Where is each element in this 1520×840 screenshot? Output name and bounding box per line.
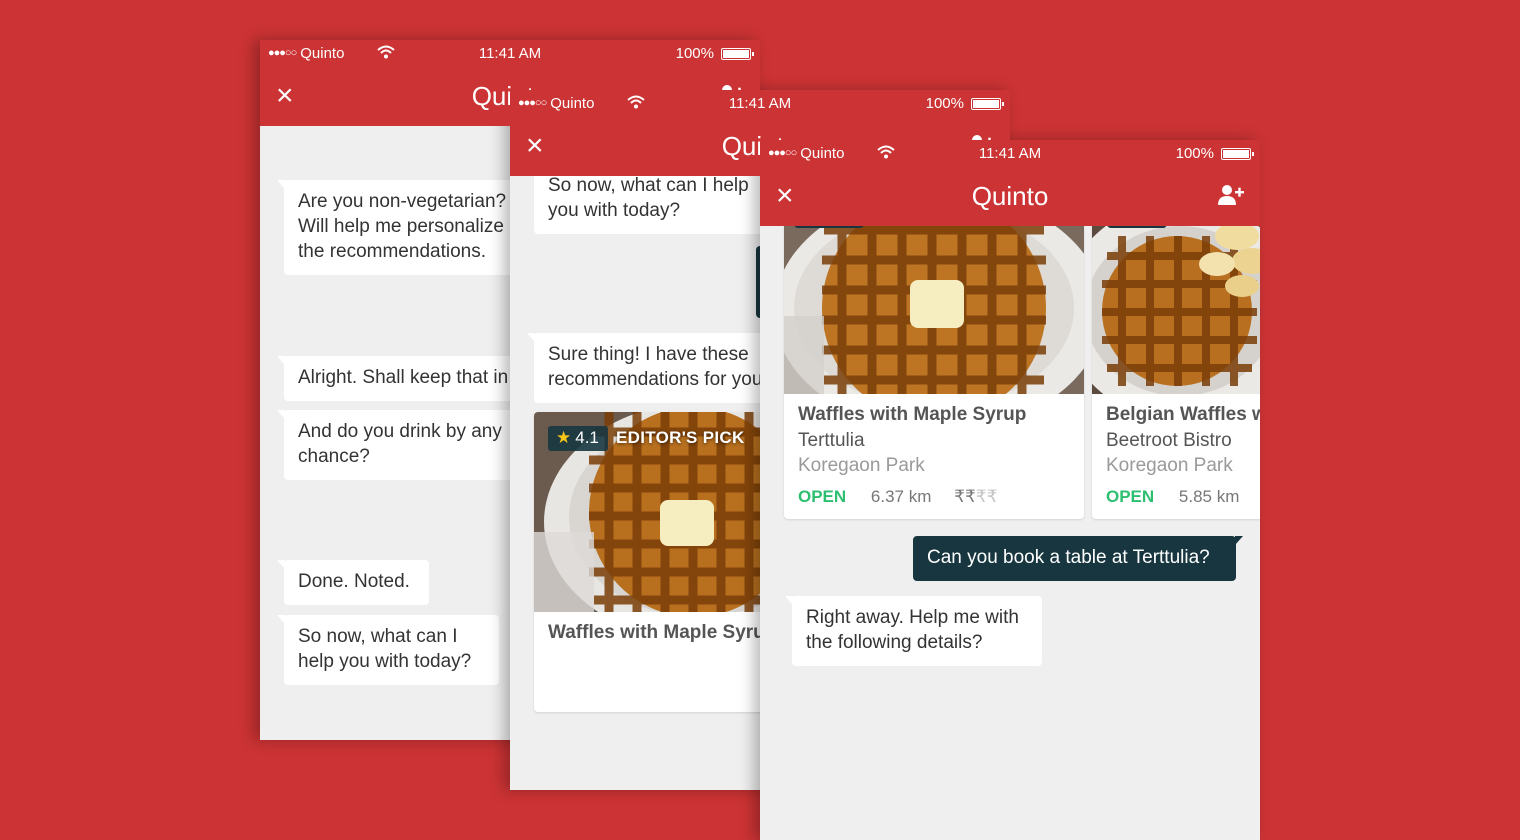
add-user-icon[interactable]	[1218, 184, 1244, 211]
battery-percent: 100%	[675, 45, 714, 62]
restaurant-area: Koregaon Park	[1106, 455, 1233, 476]
bot-message: Are you non-vegetarian? Will help me per…	[277, 180, 534, 275]
restaurant-name: Beetroot Bistro	[1106, 430, 1232, 451]
status-bar: ●●●○○ Quinto 11:41 AM 100%	[760, 140, 1260, 168]
dish-photo	[1092, 226, 1260, 394]
battery-percent: 100%	[925, 95, 964, 112]
star-icon: ★	[556, 428, 572, 447]
distance: 5.85 km	[1178, 487, 1240, 506]
price-level: ₹₹₹₹	[954, 487, 997, 506]
restaurant-area: Koregaon Park	[798, 455, 925, 476]
bot-message: And do you drink by any chance?	[277, 410, 524, 480]
battery-icon	[721, 48, 754, 60]
open-status: OPEN	[1106, 487, 1155, 506]
bot-message: Sure thing! I have these recommendations…	[527, 333, 794, 403]
open-status: OPEN	[798, 487, 847, 506]
editors-pick-badge: EDITOR'S PICK	[616, 428, 745, 447]
rating-value: 4.1	[575, 428, 599, 447]
dish-photo	[784, 226, 1084, 394]
rating-badge: ★ 4.1	[548, 426, 608, 451]
chat-thread: Waffles with Maple Syrup Terttulia Koreg…	[760, 226, 1260, 840]
recommendation-card[interactable]: Belgian Waffles with Bananas Beetroot Bi…	[1092, 226, 1260, 519]
price-active: ₹₹	[954, 487, 976, 506]
user-message: Can you book a table at Terttulia?	[913, 536, 1243, 581]
nav-bar: × Quinto	[760, 168, 1260, 226]
chat-screen-3: ●●●○○ Quinto 11:41 AM 100% × Quinto Waff…	[760, 140, 1260, 840]
price-inactive: ₹₹	[975, 487, 998, 506]
status-bar: ●●●○○ Quinto 11:41 AM 100%	[260, 40, 760, 68]
bot-message: So now, what can I help you with today?	[277, 615, 499, 685]
restaurant-name: Terttulia	[798, 430, 865, 451]
distance: 6.37 km	[870, 487, 932, 506]
dish-name: Waffles with Maple Syrup	[798, 404, 1027, 425]
waffle-image	[1092, 226, 1260, 394]
bot-message: Right away. Help me with the following d…	[785, 596, 1042, 666]
waffle-image	[784, 226, 1084, 394]
status-bar: ●●●○○ Quinto 11:41 AM 100%	[510, 90, 1010, 118]
bot-message: So now, what can I help you with today?	[534, 176, 764, 234]
dish-name: Belgian Waffles with Bananas	[1106, 404, 1260, 425]
battery-percent: 100%	[1175, 145, 1214, 162]
chat-title: Quinto	[971, 181, 1049, 211]
bot-message: Done. Noted.	[277, 560, 429, 605]
recommendation-card[interactable]: Waffles with Maple Syrup Terttulia Koreg…	[784, 226, 1084, 519]
battery-icon	[1221, 148, 1254, 160]
battery-icon	[971, 98, 1004, 110]
